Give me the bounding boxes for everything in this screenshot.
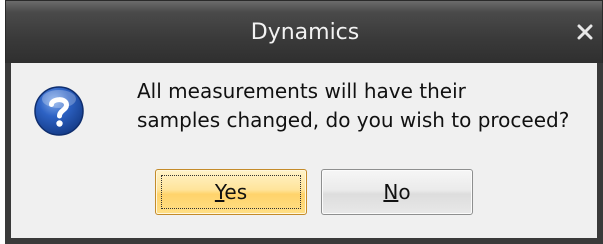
yes-button-label: Yes: [215, 180, 247, 204]
message-line-1: All measurements will have their: [137, 79, 466, 103]
title-bar[interactable]: Dynamics: [5, 0, 603, 63]
yes-mnemonic: Y: [214, 180, 225, 204]
close-icon: [577, 24, 593, 40]
no-mnemonic: N: [383, 180, 399, 204]
dialog-body: All measurements will have their samples…: [5, 63, 603, 244]
no-button-label: No: [383, 180, 410, 204]
message-line-2: samples changed, do you wish to proceed?: [137, 108, 570, 132]
yes-button[interactable]: Yes: [155, 169, 307, 215]
close-button[interactable]: [568, 15, 602, 49]
no-button[interactable]: No: [321, 169, 473, 215]
dialog-window: Dynamics All measurements will have thei…: [5, 0, 603, 244]
question-icon: [34, 86, 84, 136]
yes-label-rest: es: [224, 180, 248, 204]
no-label-rest: o: [398, 180, 411, 204]
dialog-title: Dynamics: [250, 20, 360, 45]
dialog-message: All measurements will have their samples…: [137, 77, 597, 135]
